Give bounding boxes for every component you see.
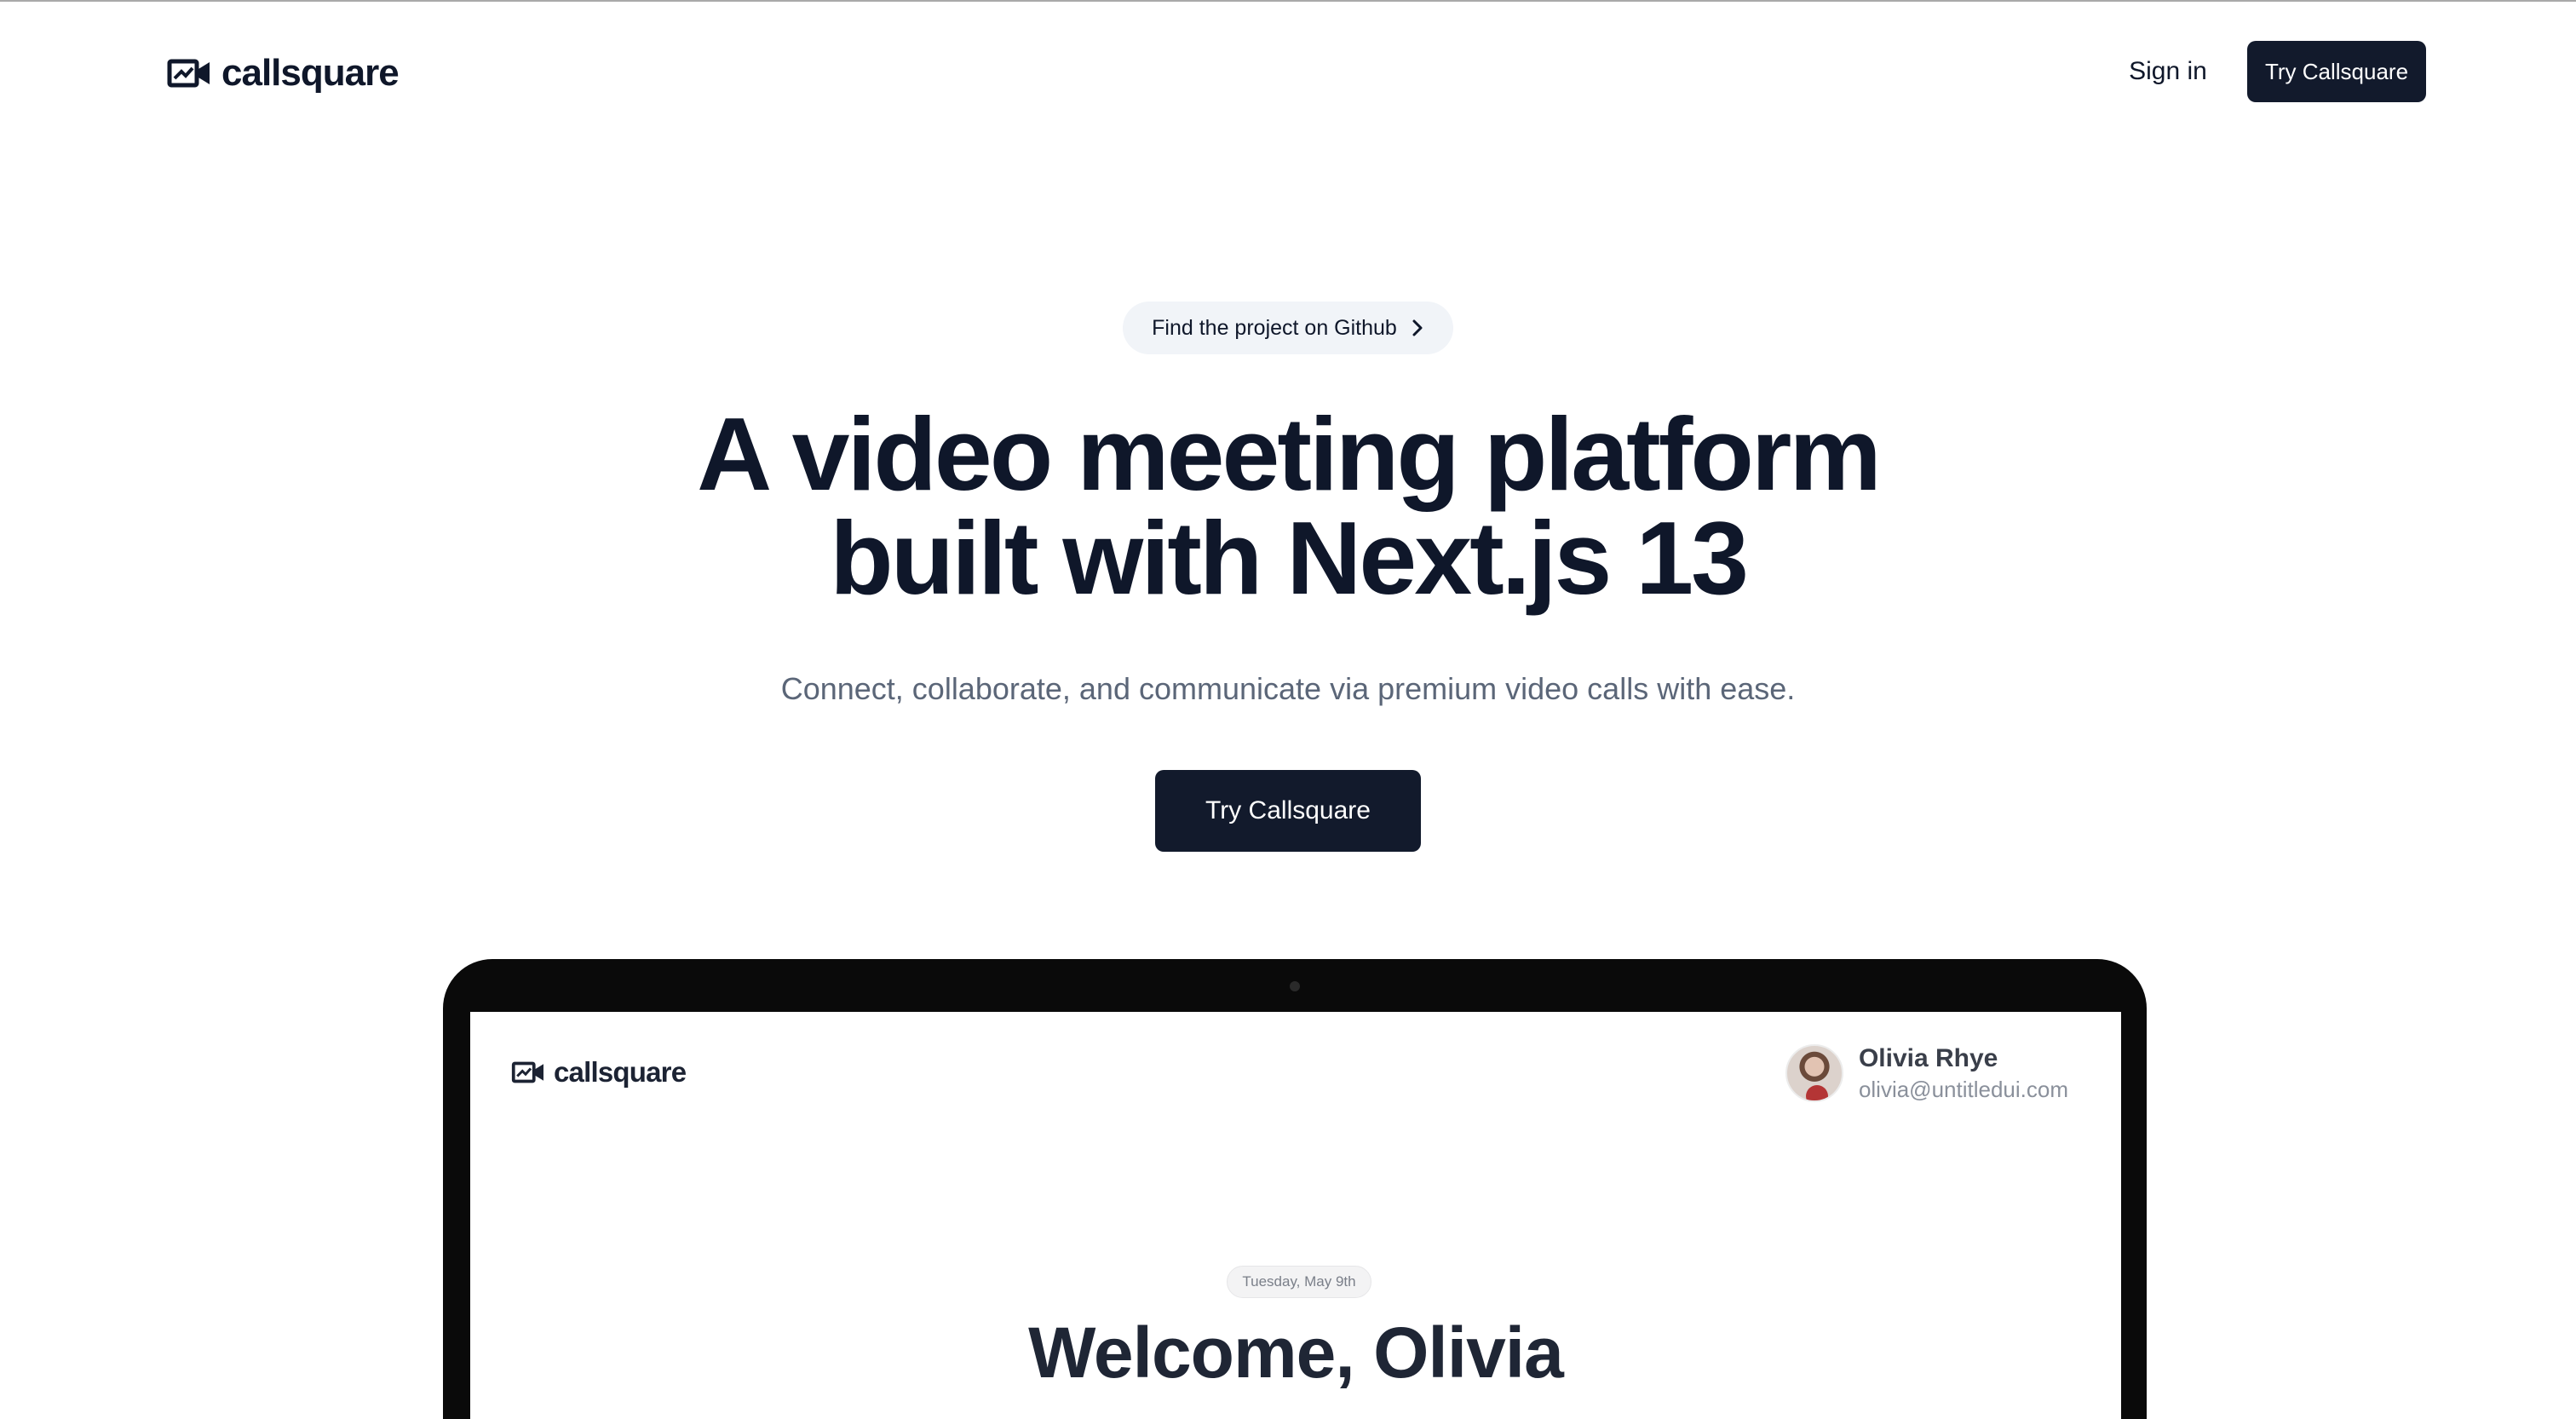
user-profile: Olivia Rhye olivia@untitledui.com (1785, 1043, 2068, 1104)
preview-brand: callsquare (511, 1056, 687, 1089)
chevron-right-icon (1412, 319, 1423, 336)
avatar (1785, 1044, 1843, 1102)
user-email: olivia@untitledui.com (1858, 1077, 2068, 1102)
user-name: Olivia Rhye (1858, 1044, 1998, 1072)
brand-logo-link[interactable]: callsquare (167, 49, 400, 97)
preview-brand-name: callsquare (554, 1056, 687, 1088)
hero-headline-line2: built with Next.js 13 (830, 500, 1749, 616)
hero-subheadline: Connect, collaborate, and communicate vi… (780, 671, 1796, 706)
laptop-camera (1290, 981, 1300, 991)
sign-in-link[interactable]: Sign in (2113, 51, 2223, 92)
app-preview-screen: callsquare Olivia Rhye olivia@untitledui… (470, 1012, 2121, 1419)
hero-headline: A video meeting platform built with Next… (0, 402, 2576, 610)
github-project-link[interactable]: Find the project on Github (1123, 302, 1453, 354)
hero-headline-line1: A video meeting platform (697, 396, 1882, 512)
try-callsquare-nav-button[interactable]: Try Callsquare (2247, 41, 2426, 102)
date-badge: Tuesday, May 9th (1227, 1266, 1371, 1298)
brand-name: callsquare (221, 52, 400, 94)
video-camera-icon (167, 59, 210, 88)
try-callsquare-hero-button[interactable]: Try Callsquare (1155, 770, 1421, 852)
video-camera-icon (511, 1061, 543, 1083)
laptop-mockup: callsquare Olivia Rhye olivia@untitledui… (443, 959, 2147, 1419)
github-link-label: Find the project on Github (1152, 315, 1397, 340)
welcome-heading: Welcome, Olivia (1028, 1313, 1564, 1393)
top-nav: callsquare Sign in Try Callsquare (0, 2, 2576, 141)
